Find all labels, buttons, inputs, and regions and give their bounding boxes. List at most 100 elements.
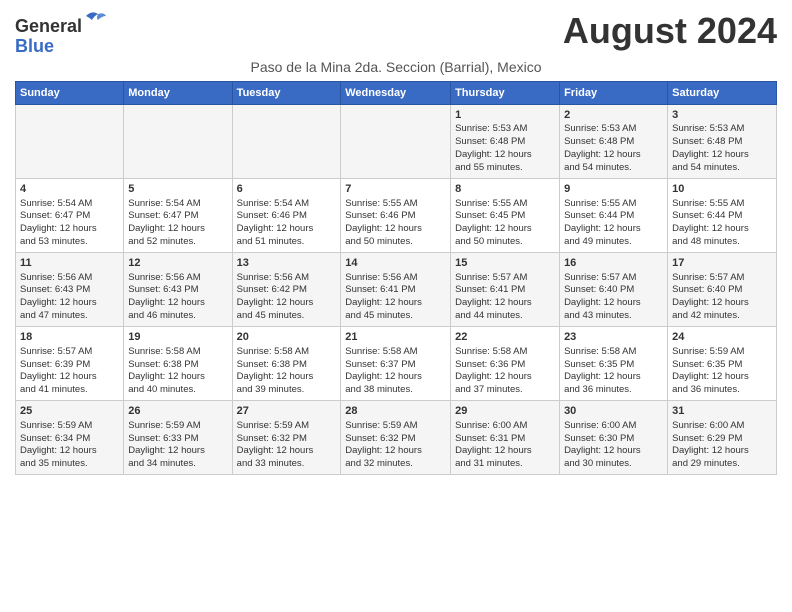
day-info-text: Daylight: 12 hours xyxy=(564,223,663,236)
month-title: August 2024 xyxy=(563,10,777,52)
calendar-cell-w0d6: 3Sunrise: 5:53 AMSunset: 6:48 PMDaylight… xyxy=(668,104,777,178)
day-info-text: Sunrise: 5:58 AM xyxy=(345,346,446,359)
day-info-text: Sunset: 6:46 PM xyxy=(345,210,446,223)
calendar-cell-w4d6: 31Sunrise: 6:00 AMSunset: 6:29 PMDayligh… xyxy=(668,400,777,474)
day-info-text: Daylight: 12 hours xyxy=(237,297,337,310)
day-info-text: and 30 minutes. xyxy=(564,458,663,471)
logo: General Blue xyxy=(15,10,108,57)
day-number: 19 xyxy=(128,330,227,345)
day-number: 14 xyxy=(345,256,446,271)
day-info-text: Sunrise: 5:56 AM xyxy=(345,272,446,285)
day-info-text: and 45 minutes. xyxy=(345,310,446,323)
day-info-text: Sunset: 6:41 PM xyxy=(345,284,446,297)
day-info-text: and 36 minutes. xyxy=(672,384,772,397)
day-info-text: Daylight: 12 hours xyxy=(20,223,119,236)
day-info-text: and 52 minutes. xyxy=(128,236,227,249)
day-info-text: Sunset: 6:43 PM xyxy=(20,284,119,297)
day-number: 23 xyxy=(564,330,663,345)
calendar-cell-w2d3: 14Sunrise: 5:56 AMSunset: 6:41 PMDayligh… xyxy=(341,252,451,326)
day-info-text: and 34 minutes. xyxy=(128,458,227,471)
day-number: 13 xyxy=(237,256,337,271)
day-info-text: Sunset: 6:48 PM xyxy=(672,136,772,149)
calendar-table: SundayMondayTuesdayWednesdayThursdayFrid… xyxy=(15,81,777,475)
day-info-text: Daylight: 12 hours xyxy=(455,149,555,162)
location-title: Paso de la Mina 2da. Seccion (Barrial), … xyxy=(15,59,777,75)
day-info-text: Sunrise: 5:58 AM xyxy=(237,346,337,359)
day-info-text: and 54 minutes. xyxy=(564,162,663,175)
day-info-text: Daylight: 12 hours xyxy=(128,445,227,458)
day-info-text: Daylight: 12 hours xyxy=(455,297,555,310)
day-info-text: and 38 minutes. xyxy=(345,384,446,397)
calendar-cell-w2d1: 12Sunrise: 5:56 AMSunset: 6:43 PMDayligh… xyxy=(124,252,232,326)
day-info-text: and 44 minutes. xyxy=(455,310,555,323)
day-number: 12 xyxy=(128,256,227,271)
day-info-text: and 40 minutes. xyxy=(128,384,227,397)
calendar-cell-w4d5: 30Sunrise: 6:00 AMSunset: 6:30 PMDayligh… xyxy=(560,400,668,474)
day-info-text: Sunset: 6:36 PM xyxy=(455,359,555,372)
weekday-header-sunday: Sunday xyxy=(16,81,124,104)
calendar-cell-w2d4: 15Sunrise: 5:57 AMSunset: 6:41 PMDayligh… xyxy=(451,252,560,326)
day-info-text: Daylight: 12 hours xyxy=(672,445,772,458)
day-number: 25 xyxy=(20,404,119,419)
day-number: 6 xyxy=(237,182,337,197)
day-info-text: Sunset: 6:40 PM xyxy=(672,284,772,297)
day-info-text: Sunrise: 5:56 AM xyxy=(237,272,337,285)
day-info-text: Sunrise: 5:55 AM xyxy=(672,198,772,211)
calendar-cell-w1d2: 6Sunrise: 5:54 AMSunset: 6:46 PMDaylight… xyxy=(232,178,341,252)
day-info-text: Sunset: 6:43 PM xyxy=(128,284,227,297)
logo-general-text: General xyxy=(15,16,82,36)
day-number: 18 xyxy=(20,330,119,345)
day-info-text: and 50 minutes. xyxy=(455,236,555,249)
day-number: 22 xyxy=(455,330,555,345)
day-info-text: Sunset: 6:41 PM xyxy=(455,284,555,297)
day-info-text: and 45 minutes. xyxy=(237,310,337,323)
day-info-text: and 46 minutes. xyxy=(128,310,227,323)
weekday-header-wednesday: Wednesday xyxy=(341,81,451,104)
day-info-text: Daylight: 12 hours xyxy=(564,445,663,458)
day-info-text: Daylight: 12 hours xyxy=(345,297,446,310)
day-info-text: Sunset: 6:30 PM xyxy=(564,433,663,446)
day-info-text: Sunset: 6:32 PM xyxy=(237,433,337,446)
day-info-text: Daylight: 12 hours xyxy=(672,149,772,162)
day-number: 20 xyxy=(237,330,337,345)
day-info-text: Sunrise: 5:53 AM xyxy=(672,123,772,136)
day-info-text: and 33 minutes. xyxy=(237,458,337,471)
day-info-text: Sunset: 6:44 PM xyxy=(564,210,663,223)
day-info-text: Daylight: 12 hours xyxy=(455,223,555,236)
calendar-cell-w1d1: 5Sunrise: 5:54 AMSunset: 6:47 PMDaylight… xyxy=(124,178,232,252)
day-info-text: Sunset: 6:38 PM xyxy=(128,359,227,372)
calendar-cell-w3d1: 19Sunrise: 5:58 AMSunset: 6:38 PMDayligh… xyxy=(124,326,232,400)
logo-blue-text: Blue xyxy=(15,36,54,56)
day-info-text: Sunrise: 5:53 AM xyxy=(455,123,555,136)
weekday-header-monday: Monday xyxy=(124,81,232,104)
day-info-text: Sunset: 6:42 PM xyxy=(237,284,337,297)
day-number: 1 xyxy=(455,108,555,123)
day-info-text: and 36 minutes. xyxy=(564,384,663,397)
day-number: 31 xyxy=(672,404,772,419)
day-info-text: Sunset: 6:32 PM xyxy=(345,433,446,446)
calendar-cell-w3d0: 18Sunrise: 5:57 AMSunset: 6:39 PMDayligh… xyxy=(16,326,124,400)
day-info-text: and 49 minutes. xyxy=(564,236,663,249)
day-info-text: and 31 minutes. xyxy=(455,458,555,471)
day-info-text: and 50 minutes. xyxy=(345,236,446,249)
day-number: 8 xyxy=(455,182,555,197)
day-info-text: Sunset: 6:47 PM xyxy=(128,210,227,223)
day-info-text: Sunrise: 5:57 AM xyxy=(20,346,119,359)
day-number: 9 xyxy=(564,182,663,197)
day-number: 17 xyxy=(672,256,772,271)
day-number: 7 xyxy=(345,182,446,197)
day-number: 29 xyxy=(455,404,555,419)
day-info-text: Sunset: 6:40 PM xyxy=(564,284,663,297)
day-info-text: Sunset: 6:46 PM xyxy=(237,210,337,223)
day-number: 3 xyxy=(672,108,772,123)
calendar-cell-w2d2: 13Sunrise: 5:56 AMSunset: 6:42 PMDayligh… xyxy=(232,252,341,326)
day-info-text: Sunrise: 5:57 AM xyxy=(455,272,555,285)
day-info-text: Sunrise: 5:56 AM xyxy=(20,272,119,285)
day-info-text: Sunset: 6:45 PM xyxy=(455,210,555,223)
day-info-text: Sunset: 6:48 PM xyxy=(455,136,555,149)
day-info-text: Sunset: 6:34 PM xyxy=(20,433,119,446)
day-info-text: Sunset: 6:35 PM xyxy=(564,359,663,372)
day-info-text: Daylight: 12 hours xyxy=(672,297,772,310)
day-info-text: Sunrise: 5:55 AM xyxy=(455,198,555,211)
day-info-text: Sunrise: 6:00 AM xyxy=(455,420,555,433)
